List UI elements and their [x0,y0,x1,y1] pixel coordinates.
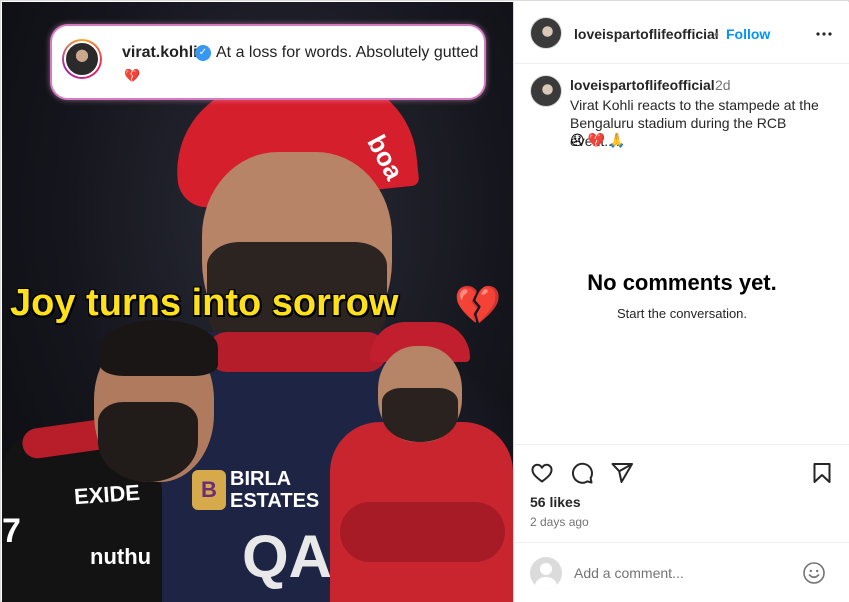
left-figure-hair [100,320,218,376]
user-avatar [530,557,562,589]
caption-time[interactable]: 2d [715,77,731,93]
left-figure: EXIDE nuthu 7 [2,312,222,602]
broken-heart-icon: 💔 [124,68,141,83]
caption-avatar[interactable] [530,75,562,107]
sponsor-text: BIRLA ESTATES [230,468,319,512]
save-bookmark-icon[interactable] [810,461,834,485]
jersey-text: QA [242,523,332,590]
left-figure-beard [98,402,198,482]
author-avatar[interactable] [530,17,562,49]
empty-comments-subtitle: Start the conversation. [616,306,748,321]
verified-icon: ✓ [195,45,211,61]
bubble-text: At a loss for words. Absolutely gutted [216,44,479,61]
bubble-avatar [62,39,102,79]
caption-emojis: 😞💔🙏 [570,132,629,148]
bubble-username: virat.kohli [122,44,198,61]
post-date[interactable]: 2 days ago [530,515,589,529]
post-actions: 56 likes 2 days ago [514,444,849,544]
more-options-icon[interactable] [812,22,836,46]
likes-count[interactable]: 56 likes [530,494,581,510]
right-figure-arms [340,502,505,562]
sponsor-line-2: ESTATES [230,490,320,512]
left-jersey-text-1: EXIDE [73,479,141,510]
sponsor-line-1: BIRLA [230,468,292,490]
emoji-smile-icon[interactable] [802,561,826,585]
add-comment-input[interactable] [574,561,794,585]
comment-bubble: virat.kohli ✓ At a loss for words. Absol… [50,24,486,100]
left-jersey-number: 7 [2,512,21,550]
separator-dot: • [714,26,719,42]
headline-broken-heart-icon: 💔 [454,285,502,327]
post-side-panel: loveispartoflifeofficial • Follow loveis… [513,2,849,602]
headline: Joy turns into sorrow [10,282,399,324]
right-figure [330,322,513,602]
post-media[interactable]: boa B BIRLA ESTATES QA EXIDE nuthu 7 vir… [2,2,513,602]
right-figure-beard [382,388,458,442]
comment-bubble-icon[interactable] [570,461,594,485]
post-dialog: boa B BIRLA ESTATES QA EXIDE nuthu 7 vir… [0,0,849,602]
author-username[interactable]: loveispartoflifeofficial [574,26,719,42]
add-comment-bar [514,542,849,602]
left-jersey-text-2: nuthu [90,544,152,569]
follow-button[interactable]: Follow [726,26,770,42]
like-heart-icon[interactable] [530,461,554,485]
caption-username[interactable]: loveispartoflifeofficial [570,77,715,93]
post-header: loveispartoflifeofficial • Follow [514,2,849,64]
empty-comments-title: No comments yet. [587,270,777,295]
share-send-icon[interactable] [610,461,634,485]
